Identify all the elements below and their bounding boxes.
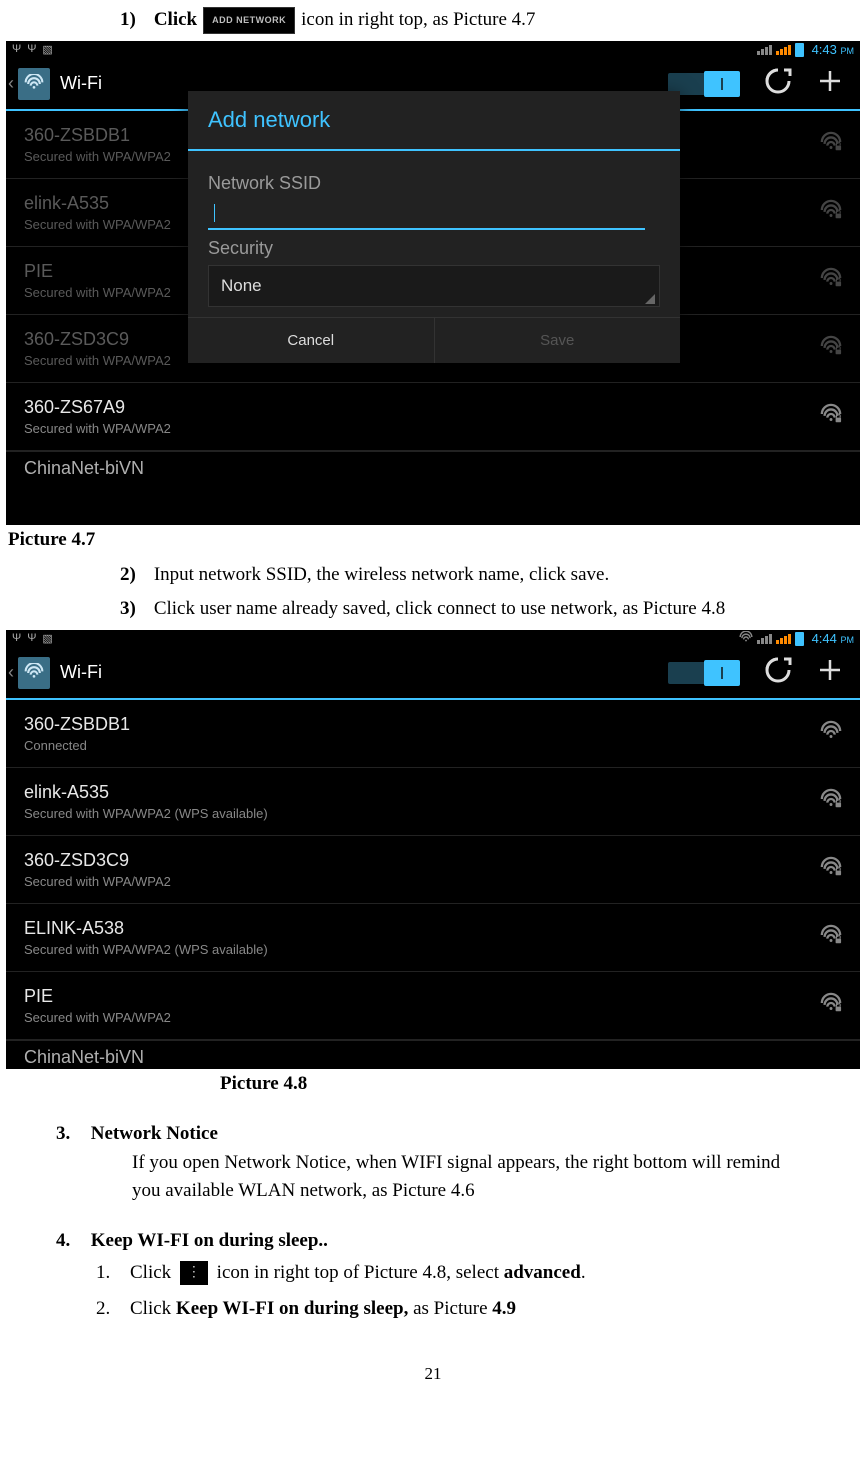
section-4: 4. Keep WI-FI on during sleep..	[0, 1230, 866, 1252]
back-icon[interactable]: ‹	[6, 73, 18, 94]
network-row[interactable]: 360-ZSD3C9Secured with WPA/WPA2	[6, 836, 860, 904]
sub-instruction-1: 1. Click ⋮ icon in right top of Picture …	[0, 1258, 866, 1288]
screenshot-4-8: Ψ Ψ ▧ 4:44 PM ‹ Wi-Fi 360-ZSBDB1C	[6, 630, 860, 1069]
screenshot-4-7: Ψ Ψ ▧ 4:43 PM ‹ Wi-Fi 360	[6, 41, 860, 525]
wifi-signal-icon	[820, 924, 842, 951]
wifi-status-icon	[739, 631, 753, 646]
network-row[interactable]: ELINK-A538Secured with WPA/WPA2 (WPS ava…	[6, 904, 860, 972]
network-row[interactable]: elink-A535Secured with WPA/WPA2 (WPS ava…	[6, 768, 860, 836]
dialog-title: Add network	[188, 91, 680, 151]
usb-icon: Ψ	[12, 632, 21, 645]
network-row[interactable]: PIESecured with WPA/WPA2	[6, 972, 860, 1040]
usb-icon-2: Ψ	[27, 632, 36, 645]
caption-4-7: Picture 4.7	[0, 525, 866, 555]
save-button[interactable]: Save	[434, 318, 681, 363]
page-title: Wi-Fi	[60, 73, 102, 94]
network-row-cut: ChinaNet-biVN	[6, 1040, 860, 1069]
add-network-dialog: Add network Network SSID Security None C…	[188, 91, 680, 363]
refresh-icon[interactable]	[764, 67, 792, 100]
security-dropdown[interactable]: None	[208, 265, 660, 307]
signal-1-icon	[757, 634, 772, 644]
title-bar: ‹ Wi-Fi	[6, 648, 860, 700]
signal-1-icon	[757, 45, 772, 55]
network-row[interactable]: 360-ZSBDB1Connected	[6, 700, 860, 768]
instruction-2: 2) Input network SSID, the wireless netw…	[0, 561, 866, 590]
num: 1)	[120, 6, 136, 35]
battery-icon	[795, 43, 804, 57]
wifi-app-icon	[18, 68, 50, 100]
wifi-signal-icon	[820, 335, 842, 362]
refresh-icon[interactable]	[764, 656, 792, 689]
network-security: Secured with WPA/WPA2	[24, 149, 171, 164]
wifi-toggle[interactable]	[668, 662, 740, 684]
sub-instruction-2: 2. Click Keep WI-FI on during sleep, as …	[0, 1294, 866, 1324]
status-bar: Ψ Ψ ▧ 4:44 PM	[6, 630, 860, 648]
caption-4-8: Picture 4.8	[0, 1069, 866, 1099]
add-network-badge: ADD NETWORK	[203, 7, 295, 35]
section-3: 3. Network Notice	[0, 1123, 866, 1145]
wifi-signal-icon	[820, 403, 842, 430]
clock: 4:43 PM	[812, 42, 854, 57]
status-bar: Ψ Ψ ▧ 4:43 PM	[6, 41, 860, 59]
wifi-signal-icon	[820, 992, 842, 1019]
section-3-body: If you open Network Notice, when WIFI si…	[0, 1149, 806, 1206]
add-network-icon[interactable]	[816, 656, 844, 689]
wifi-signal-icon	[820, 856, 842, 883]
click-word: Click	[154, 6, 197, 35]
overflow-menu-icon: ⋮	[180, 1261, 208, 1285]
network-row-cut: ChinaNet-biVN	[6, 451, 860, 480]
suffix: icon in right top, as Picture 4.7	[301, 6, 535, 35]
wifi-signal-icon	[820, 199, 842, 226]
ssid-label: Network SSID	[208, 173, 660, 194]
back-icon[interactable]: ‹	[6, 662, 18, 683]
instruction-1: 1) Click ADD NETWORK icon in right top, …	[0, 6, 866, 35]
ssid-input[interactable]	[208, 200, 645, 230]
dropdown-triangle-icon	[645, 294, 655, 304]
wifi-signal-icon	[820, 788, 842, 815]
wifi-app-icon	[18, 657, 50, 689]
signal-2-icon	[776, 45, 791, 55]
add-network-icon[interactable]	[816, 67, 844, 100]
clock: 4:44 PM	[812, 631, 854, 646]
wifi-signal-icon	[820, 267, 842, 294]
usb-icon: Ψ	[12, 43, 21, 56]
usb-icon-2: Ψ	[27, 43, 36, 56]
adb-icon: ▧	[42, 43, 52, 56]
instruction-3: 3) Click user name already saved, click …	[0, 595, 866, 624]
wifi-signal-icon	[820, 720, 842, 747]
security-label: Security	[208, 238, 660, 259]
signal-2-icon	[776, 634, 791, 644]
page-number: 21	[0, 1364, 866, 1384]
cancel-button[interactable]: Cancel	[188, 318, 434, 363]
network-row[interactable]: 360-ZS67A9Secured with WPA/WPA2	[6, 383, 860, 451]
wifi-signal-icon	[820, 131, 842, 158]
adb-icon: ▧	[42, 632, 52, 645]
network-name: 360-ZSBDB1	[24, 125, 171, 146]
battery-icon	[795, 632, 804, 646]
page-title: Wi-Fi	[60, 662, 102, 683]
